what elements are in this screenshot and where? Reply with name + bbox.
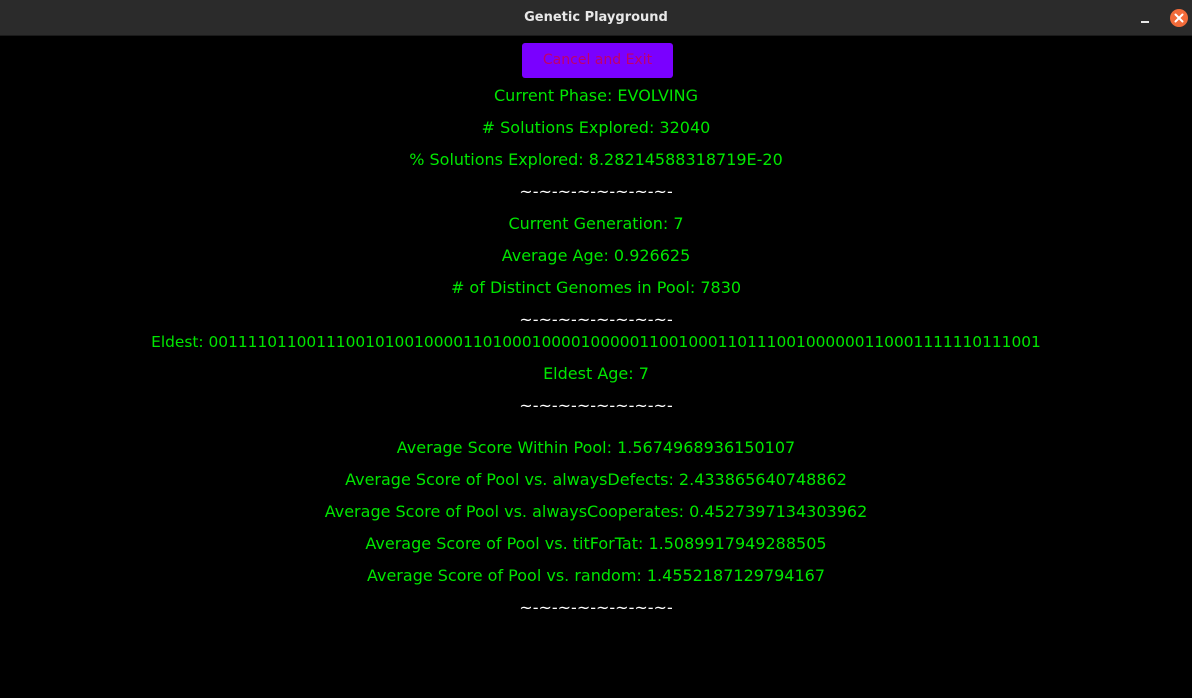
- average-score-vs-always-cooperates: Average Score of Pool vs. alwaysCooperat…: [324, 502, 868, 521]
- cancel-and-exit-button[interactable]: Cancel and Exit: [522, 43, 673, 78]
- percent-solutions-explored: % Solutions Explored: 8.28214588318719E-…: [409, 150, 783, 169]
- separator: ~-~-~-~-~-~-~-~-: [519, 396, 673, 415]
- average-score-vs-tit-for-tat: Average Score of Pool vs. titForTat: 1.5…: [365, 534, 827, 553]
- eldest-age: Eldest Age: 7: [543, 364, 649, 383]
- separator: ~-~-~-~-~-~-~-~-: [519, 182, 673, 201]
- average-age: Average Age: 0.926625: [501, 246, 691, 265]
- solutions-explored: # Solutions Explored: 32040: [481, 118, 711, 137]
- average-score-vs-always-defects: Average Score of Pool vs. alwaysDefects:…: [345, 470, 847, 489]
- close-button[interactable]: [1169, 8, 1189, 28]
- average-score-within-pool: Average Score Within Pool: 1.56749689361…: [396, 438, 796, 457]
- title-bar: Genetic Playground: [0, 0, 1192, 36]
- close-icon: [1170, 9, 1188, 27]
- window-title: Genetic Playground: [524, 10, 668, 25]
- current-generation: Current Generation: 7: [508, 214, 684, 233]
- minimize-icon: [1141, 21, 1149, 23]
- average-score-vs-random: Average Score of Pool vs. random: 1.4552…: [366, 566, 826, 585]
- distinct-genomes: # of Distinct Genomes in Pool: 7830: [450, 278, 742, 297]
- separator: ~-~-~-~-~-~-~-~-: [519, 310, 673, 329]
- separator: ~-~-~-~-~-~-~-~-: [519, 598, 673, 617]
- minimize-button[interactable]: [1135, 8, 1155, 28]
- eldest-genome: Eldest: 00111101100111001010010000110100…: [151, 333, 1041, 351]
- current-phase: Current Phase: EVOLVING: [494, 86, 698, 105]
- main-content: Cancel and Exit Current Phase: EVOLVING …: [0, 36, 1192, 698]
